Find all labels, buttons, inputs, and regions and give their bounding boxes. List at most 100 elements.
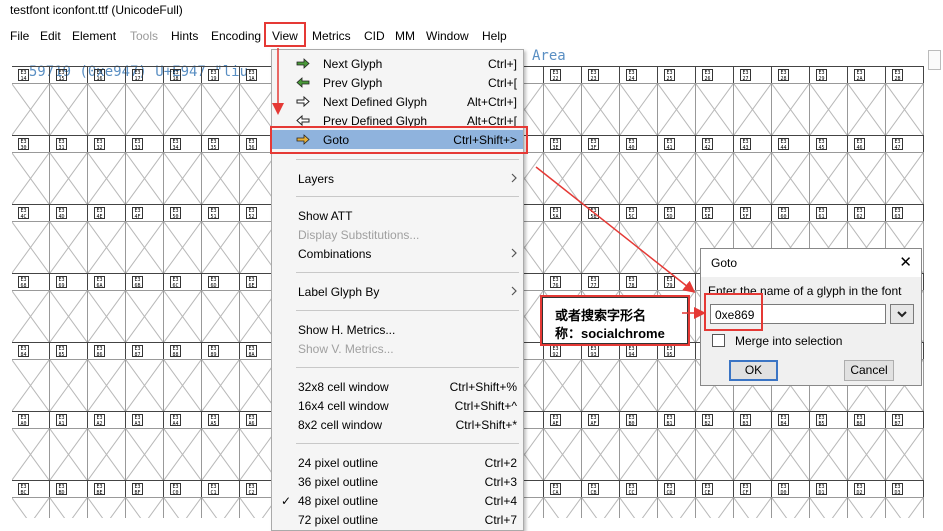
cancel-button[interactable]: Cancel <box>844 360 894 381</box>
glyph-label-cell[interactable]: E3 32 <box>88 135 126 152</box>
glyph-cell[interactable] <box>12 498 50 518</box>
glyph-label-cell[interactable]: E3 6C <box>164 273 202 290</box>
glyph-cell[interactable] <box>658 153 696 204</box>
glyph-label-cell[interactable]: E3 31 <box>50 135 88 152</box>
glyph-label-cell[interactable]: E3 85 <box>50 342 88 359</box>
glyph-cell[interactable] <box>620 429 658 480</box>
glyph-cell[interactable] <box>544 153 582 204</box>
view-menu-item-show-att[interactable]: Show ATT <box>272 206 523 225</box>
glyph-cell[interactable] <box>544 498 582 518</box>
glyph-cell[interactable] <box>50 360 88 411</box>
glyph-label-cell[interactable]: E3 3E <box>544 135 582 152</box>
glyph-label-cell[interactable]: E3 4F <box>126 204 164 221</box>
glyph-label-cell[interactable]: E3 AE <box>544 411 582 428</box>
glyph-cell[interactable] <box>582 222 620 273</box>
glyph-label-cell[interactable]: E3 CF <box>734 480 772 497</box>
glyph-label-cell[interactable]: E3 63 <box>886 204 924 221</box>
glyph-label-cell[interactable]: E3 B7 <box>886 411 924 428</box>
glyph-cell[interactable] <box>658 222 696 273</box>
menu-file[interactable]: File <box>10 29 29 43</box>
glyph-label-cell[interactable]: E3 95 <box>658 342 696 359</box>
view-menu-item-8x2-cell-window[interactable]: 8x2 cell window Ctrl+Shift+* <box>272 415 523 434</box>
glyph-label-cell[interactable]: E3 CB <box>582 480 620 497</box>
glyph-cell[interactable] <box>772 84 810 135</box>
glyph-label-cell[interactable]: E3 68 <box>12 273 50 290</box>
glyph-cell[interactable] <box>734 429 772 480</box>
view-menu-item-72-pixel-outline[interactable]: 72 pixel outline Ctrl+7 <box>272 510 523 529</box>
glyph-label-cell[interactable]: E3 61 <box>810 204 848 221</box>
glyph-cell[interactable] <box>164 429 202 480</box>
glyph-cell[interactable] <box>202 153 240 204</box>
glyph-label-cell[interactable]: E3 88 <box>164 342 202 359</box>
glyph-label-cell[interactable]: E3 79 <box>658 273 696 290</box>
glyph-cell[interactable] <box>848 84 886 135</box>
glyph-cell[interactable] <box>12 291 50 342</box>
glyph-label-cell[interactable]: E3 76 <box>544 273 582 290</box>
glyph-label-cell[interactable]: E3 2B <box>886 66 924 83</box>
glyph-cell[interactable] <box>88 429 126 480</box>
glyph-cell[interactable] <box>886 84 924 135</box>
glyph-cell[interactable] <box>12 360 50 411</box>
glyph-label-cell[interactable]: E3 5C <box>620 204 658 221</box>
glyph-cell[interactable] <box>886 153 924 204</box>
merge-selection-checkbox[interactable] <box>712 334 725 347</box>
glyph-label-cell[interactable]: E3 B6 <box>848 411 886 428</box>
glyph-label-cell[interactable]: E3 93 <box>582 342 620 359</box>
glyph-label-cell[interactable]: E3 CC <box>620 480 658 497</box>
glyph-label-cell[interactable]: E3 24 <box>620 66 658 83</box>
view-menu-item-36-pixel-outline[interactable]: 36 pixel outline Ctrl+3 <box>272 472 523 491</box>
glyph-cell[interactable] <box>734 84 772 135</box>
glyph-label-cell[interactable]: E3 92 <box>544 342 582 359</box>
glyph-label-cell[interactable]: E3 51 <box>202 204 240 221</box>
glyph-label-cell[interactable]: E3 AF <box>582 411 620 428</box>
glyph-cell[interactable] <box>734 153 772 204</box>
glyph-label-cell[interactable]: E3 44 <box>772 135 810 152</box>
glyph-label-cell[interactable]: E3 26 <box>696 66 734 83</box>
glyph-cell[interactable] <box>810 429 848 480</box>
glyph-label-cell[interactable]: E3 CE <box>696 480 734 497</box>
glyph-label-cell[interactable]: E3 A0 <box>12 411 50 428</box>
glyph-label-cell[interactable]: E3 77 <box>582 273 620 290</box>
view-menu-item-label-glyph-by[interactable]: Label Glyph By <box>272 282 523 301</box>
glyph-label-cell[interactable]: E3 5D <box>658 204 696 221</box>
glyph-cell[interactable] <box>126 84 164 135</box>
glyph-label-cell[interactable]: E3 D1 <box>810 480 848 497</box>
glyph-cell[interactable] <box>658 498 696 518</box>
glyph-cell[interactable] <box>696 84 734 135</box>
glyph-label-cell[interactable]: E3 46 <box>848 135 886 152</box>
glyph-label-cell[interactable]: E3 42 <box>696 135 734 152</box>
glyph-cell[interactable] <box>582 84 620 135</box>
glyph-label-cell[interactable]: E3 69 <box>50 273 88 290</box>
glyph-cell[interactable] <box>126 222 164 273</box>
glyph-label-cell[interactable]: E3 33 <box>126 135 164 152</box>
menu-tools[interactable]: Tools <box>130 29 158 43</box>
glyph-cell[interactable] <box>12 153 50 204</box>
glyph-cell[interactable] <box>50 153 88 204</box>
glyph-label-cell[interactable]: E3 B5 <box>810 411 848 428</box>
glyph-cell[interactable] <box>50 84 88 135</box>
glyph-label-cell[interactable]: E3 B1 <box>658 411 696 428</box>
glyph-cell[interactable] <box>126 360 164 411</box>
glyph-cell[interactable] <box>544 222 582 273</box>
glyph-cell[interactable] <box>620 153 658 204</box>
menu-metrics[interactable]: Metrics <box>312 29 351 43</box>
glyph-cell[interactable] <box>12 222 50 273</box>
glyph-cell[interactable] <box>582 360 620 411</box>
glyph-cell[interactable] <box>202 429 240 480</box>
glyph-cell[interactable] <box>88 222 126 273</box>
glyph-cell[interactable] <box>810 498 848 518</box>
glyph-cell[interactable] <box>810 84 848 135</box>
glyph-cell[interactable] <box>658 84 696 135</box>
glyph-cell[interactable] <box>848 429 886 480</box>
menu-mm[interactable]: MM <box>395 29 415 43</box>
glyph-label-cell[interactable]: E3 35 <box>202 135 240 152</box>
glyph-label-cell[interactable]: E3 25 <box>658 66 696 83</box>
glyph-label-cell[interactable]: E3 C0 <box>164 480 202 497</box>
glyph-label-cell[interactable]: E3 6A <box>88 273 126 290</box>
glyph-label-cell[interactable]: E3 16 <box>88 66 126 83</box>
menu-edit[interactable]: Edit <box>40 29 61 43</box>
glyph-label-cell[interactable]: E3 41 <box>658 135 696 152</box>
glyph-cell[interactable] <box>886 498 924 518</box>
view-menu-item-24-pixel-outline[interactable]: 24 pixel outline Ctrl+2 <box>272 453 523 472</box>
glyph-label-cell[interactable]: E3 84 <box>12 342 50 359</box>
